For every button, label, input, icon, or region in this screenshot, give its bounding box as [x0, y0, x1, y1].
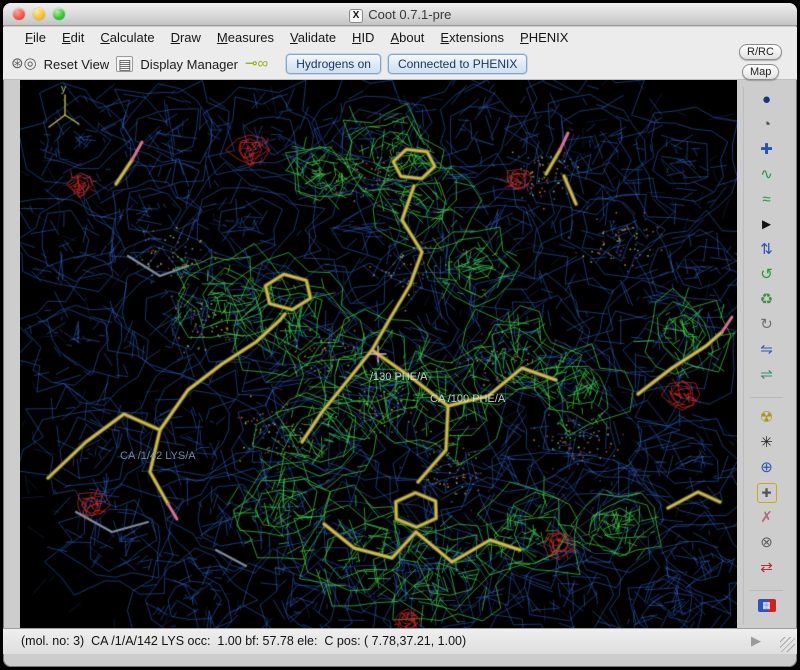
- clear-atom-icon[interactable]: ✗: [755, 506, 779, 530]
- coot-window: X Coot 0.7.1-pre FileEditCalculateDrawMea…: [0, 0, 800, 670]
- undo-redo-icon[interactable]: ⇄: [755, 556, 779, 580]
- resize-grip[interactable]: [780, 637, 795, 652]
- sidechain-flip-icon[interactable]: ⇋: [755, 338, 779, 362]
- toolbar-mol-icons: ⊸∞: [245, 55, 268, 73]
- add-alt-conf-icon[interactable]: ⊕: [755, 456, 779, 480]
- jed-flip-icon[interactable]: ⇌: [755, 363, 779, 387]
- menu-about[interactable]: About: [382, 27, 432, 45]
- recentre-view-icon[interactable]: ◔: [755, 113, 779, 137]
- x11-icon: X: [349, 9, 364, 23]
- display-manager-icon[interactable]: ▤: [116, 56, 133, 72]
- density-label: CA /1/42 LYS/A: [120, 450, 196, 462]
- status-play-icon[interactable]: ▶: [751, 633, 761, 649]
- menu-edit[interactable]: Edit: [54, 27, 92, 45]
- reset-view-button[interactable]: Reset View: [44, 57, 110, 72]
- menu-phenix[interactable]: PHENIX: [512, 27, 576, 45]
- menu-hid[interactable]: HID: [344, 27, 382, 45]
- rotamers-icon[interactable]: ♻: [755, 288, 779, 312]
- statusbar: (mol. no: 3) CA /1/A/142 LYS occ: 1.00 b…: [3, 628, 797, 654]
- density-canvas[interactable]: [20, 80, 737, 628]
- gl-viewport: CA /1/42 LYS/A/130 PHE/ACA /100 PHE/A: [20, 80, 737, 628]
- delete-item-icon[interactable]: ⊗: [755, 531, 779, 555]
- regularize-zone-icon[interactable]: ≈: [755, 188, 779, 212]
- menu-validate[interactable]: Validate: [282, 27, 344, 45]
- menu-calculate[interactable]: Calculate: [92, 27, 162, 45]
- titlebar[interactable]: X Coot 0.7.1-pre: [3, 3, 797, 26]
- menu-extensions[interactable]: Extensions: [432, 27, 512, 45]
- menu-file[interactable]: File: [17, 27, 54, 45]
- window-chrome: X Coot 0.7.1-pre FileEditCalculateDrawMea…: [3, 3, 797, 667]
- real-space-refine-icon[interactable]: ∿: [755, 163, 779, 187]
- mutate-residue-icon[interactable]: ☢: [755, 406, 779, 430]
- window-title: Coot 0.7.1-pre: [368, 7, 451, 22]
- bond-atoms-icon[interactable]: ∞: [258, 55, 269, 72]
- toolbar-left-icons: ⊛◎: [11, 55, 37, 73]
- place-atom-icon[interactable]: ✚: [757, 483, 777, 503]
- menu-measures[interactable]: Measures: [209, 27, 282, 45]
- status-text: (mol. no: 3) CA /1/A/142 LYS occ: 1.00 b…: [21, 634, 466, 648]
- flip-peptide-icon[interactable]: ⇅: [755, 238, 779, 262]
- menu-draw[interactable]: Draw: [163, 27, 209, 45]
- title-area: X Coot 0.7.1-pre: [3, 7, 797, 23]
- pointer-icon[interactable]: ►: [755, 213, 779, 237]
- density-label: /130 PHE/A: [370, 371, 427, 383]
- phenix-connection-button[interactable]: Connected to PHENIX: [388, 54, 527, 74]
- display-manager-button[interactable]: Display Manager: [140, 57, 238, 72]
- side-toolbar: ●◔✚∿≈►⇅↺♻↻⇋⇌☢✳⊕✚✗⊗⇄▦: [743, 87, 789, 625]
- add-terminal-residue-icon[interactable]: ✳: [755, 431, 779, 455]
- hydrogens-toggle-button[interactable]: Hydrogens on: [286, 54, 381, 74]
- menubar: FileEditCalculateDrawMeasuresValidateHID…: [3, 27, 797, 49]
- navigation-sphere-icon[interactable]: ●: [755, 88, 779, 112]
- translate-zone-icon[interactable]: ✚: [755, 138, 779, 162]
- edit-chi-angles-icon[interactable]: ↻: [755, 313, 779, 337]
- hydrogen-toggle-icon[interactable]: ⊸: [245, 55, 258, 72]
- map-button[interactable]: Map: [742, 64, 779, 80]
- display-settings-icon[interactable]: ▦: [758, 599, 776, 612]
- density-label: CA /100 PHE/A: [430, 393, 505, 405]
- auto-fit-rotamer-icon[interactable]: ↺: [755, 263, 779, 287]
- rrc-button[interactable]: R/RC: [739, 44, 782, 60]
- toolbar: ⊛◎ Reset View ▤ Display Manager ⊸∞ Hydro…: [3, 49, 797, 80]
- snapshot-icon[interactable]: ⊛: [11, 55, 24, 72]
- target-icon[interactable]: ◎: [24, 55, 37, 72]
